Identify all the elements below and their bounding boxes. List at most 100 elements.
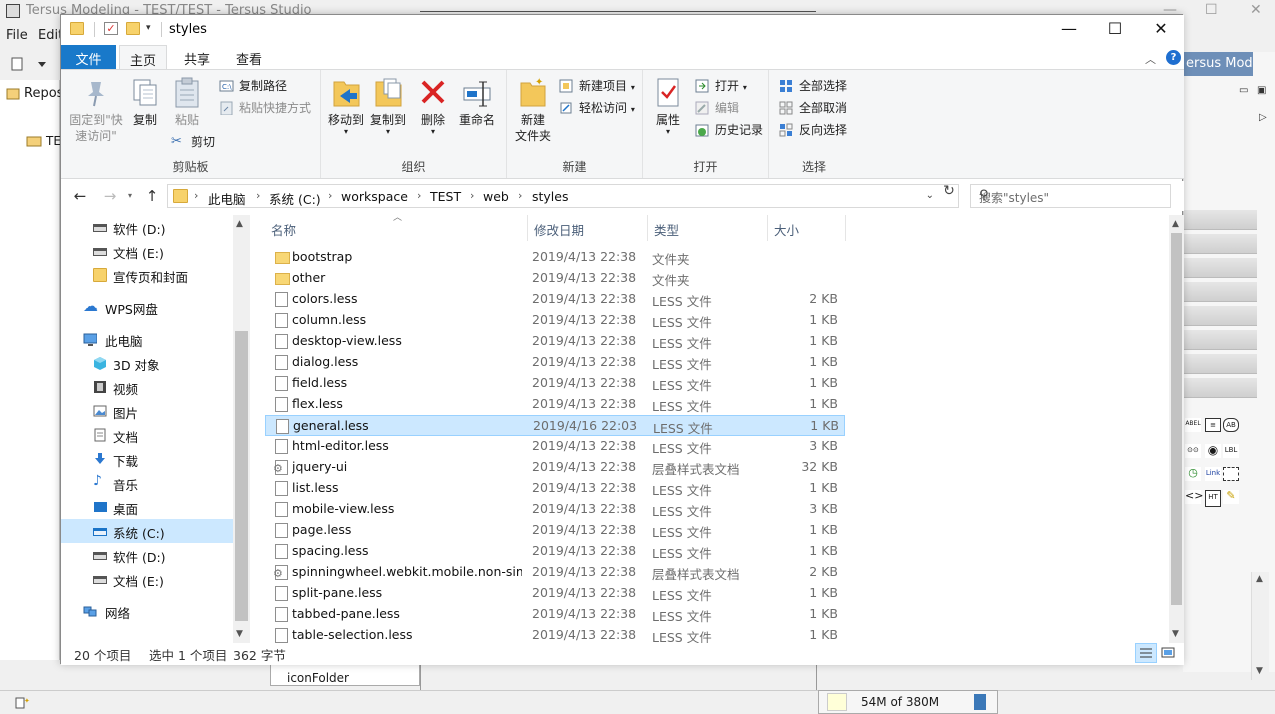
invert-selection-button[interactable]: 反向选择 [779, 120, 847, 140]
nav-item-drive-d[interactable]: 软件 (D:) [61, 215, 233, 239]
tab-share[interactable]: 共享 [173, 45, 221, 69]
pin-button[interactable]: 固定到"快 速访问" [65, 76, 127, 144]
nav-item-desktop[interactable]: 桌面 [61, 495, 233, 519]
lbl-icon[interactable]: LBL [1223, 444, 1239, 458]
scroll-thumb[interactable] [1171, 233, 1182, 605]
table-row[interactable]: colors.less 2019/4/13 22:38 LESS 文件 2 KB [265, 289, 845, 310]
tab-file[interactable]: 文件 [61, 45, 116, 69]
breadcrumb-system-c[interactable]: 系统 (C:) [269, 189, 321, 208]
table-row[interactable]: table-selection.less 2019/4/13 22:38 LESS … [265, 625, 845, 643]
nav-item-drive-d[interactable]: 软件 (D:) [61, 543, 233, 567]
scroll-up-icon[interactable]: ▲ [236, 219, 243, 229]
table-row[interactable]: jquery-ui 2019/4/13 22:38 层叠样式表文档 32 KB [265, 457, 845, 478]
details-view-button[interactable] [1135, 643, 1157, 663]
edit-icon[interactable]: ✎ [1223, 490, 1239, 504]
chevron-down-icon[interactable]: ⌄ [926, 190, 934, 201]
scroll-down-icon[interactable]: ▼ [1172, 629, 1179, 639]
nav-item-drive-e[interactable]: 文档 (E:) [61, 239, 233, 263]
breadcrumb-this-pc[interactable]: 此电脑 [208, 189, 246, 208]
move-to-button[interactable]: 移动到 ▾ [325, 76, 367, 136]
table-row[interactable]: general.less 2019/4/16 22:03 LESS 文件 1 KB [265, 415, 845, 436]
table-row[interactable]: spacing.less 2019/4/13 22:38 LESS 文件 1 KB [265, 541, 845, 562]
breadcrumb-web[interactable]: web [483, 189, 509, 204]
back-button[interactable]: ← [69, 186, 91, 206]
new-item-button[interactable]: 新建项目 ▾ [559, 76, 635, 96]
table-row[interactable]: list.less 2019/4/13 22:38 LESS 文件 1 KB [265, 478, 845, 499]
rename-button[interactable]: 重命名 [455, 76, 499, 128]
nav-item-documents[interactable]: 文档 [61, 423, 233, 447]
scroll-up-icon[interactable]: ▲ [1172, 219, 1179, 229]
bottom-panel-item[interactable]: iconFolder [287, 671, 349, 685]
column-header-type[interactable]: 类型 [648, 215, 768, 241]
table-row[interactable]: column.less 2019/4/13 22:38 LESS 文件 1 KB [265, 310, 845, 331]
scroll-down-icon[interactable]: ▼ [236, 629, 243, 639]
delete-button[interactable]: 删除 ▾ [415, 76, 451, 136]
close-icon[interactable]: ✕ [1250, 2, 1262, 18]
new-folder-icon[interactable] [126, 22, 140, 35]
nav-item-3d-objects[interactable]: 3D 对象 [61, 351, 233, 375]
nav-item-drive-e[interactable]: 文档 (E:) [61, 567, 233, 591]
maximize-icon[interactable]: ▣ [1257, 85, 1266, 96]
table-row[interactable]: bootstrap 2019/4/13 22:38 文件夹 [265, 247, 845, 268]
tab-view[interactable]: 查看 [224, 45, 274, 69]
nav-item-wps-cloud[interactable]: ☁ WPS网盘 [61, 295, 233, 319]
close-button[interactable]: ✕ [1138, 15, 1184, 45]
select-all-button[interactable]: 全部选择 [779, 76, 847, 96]
refresh-icon[interactable]: ↻ [939, 183, 959, 203]
code-icon[interactable]: <> [1185, 490, 1203, 504]
box-icon[interactable] [1223, 467, 1239, 481]
column-header-date[interactable]: 修改日期 [528, 215, 648, 241]
repository-row[interactable]: TE [46, 134, 61, 148]
properties-button[interactable]: 属性 ▾ [649, 76, 687, 136]
nav-item-system-c[interactable]: 系统 (C:) [61, 519, 233, 543]
table-row[interactable]: spinningwheel.webkit.mobile.non-sim... 20… [265, 562, 845, 583]
clock-icon[interactable]: ◷ [1185, 467, 1201, 481]
history-button[interactable]: 历史记录 [695, 120, 763, 140]
search-input[interactable]: 搜索"styles" ⚲ [970, 184, 1171, 208]
paste-button[interactable]: 粘贴 [169, 76, 205, 128]
recent-locations-icon[interactable]: ▾ [119, 186, 141, 206]
properties-icon[interactable]: ✓ [104, 22, 118, 35]
table-row[interactable]: mobile-view.less 2019/4/13 22:38 LESS 文件 3 … [265, 499, 845, 520]
tab-home[interactable]: 主页 [119, 45, 167, 69]
menu-file[interactable]: File [6, 28, 28, 43]
address-bar[interactable]: › 此电脑 › 系统 (C:) › workspace › TEST › web… [167, 184, 959, 208]
up-button[interactable]: ↑ [141, 186, 163, 206]
help-icon[interactable]: ? [1166, 50, 1181, 65]
table-row[interactable]: desktop-view.less 2019/4/13 22:38 LESS 文件 1… [265, 331, 845, 352]
maximize-icon[interactable]: ☐ [1205, 2, 1218, 18]
cut-button[interactable]: ✂ 剪切 [171, 132, 215, 152]
trash-icon[interactable] [974, 694, 986, 710]
scroll-thumb[interactable] [235, 331, 248, 621]
new-folder-button[interactable]: ✦ 新建 文件夹 [511, 76, 555, 144]
table-row[interactable]: flex.less 2019/4/13 22:38 LESS 文件 1 KB [265, 394, 845, 415]
minimize-button[interactable]: — [1046, 15, 1092, 45]
new-icon[interactable] [8, 55, 58, 73]
nav-scrollbar[interactable]: ▲ ▼ [233, 215, 250, 643]
outline-scrollbar[interactable]: ▲ ▼ [1251, 572, 1269, 680]
nav-item-folder[interactable]: 宣传页和封面 [61, 263, 233, 287]
breadcrumb-styles[interactable]: styles [532, 189, 569, 204]
forward-button[interactable]: → [99, 186, 121, 206]
html-icon[interactable]: HT [1205, 490, 1221, 507]
nav-item-this-pc[interactable]: 此电脑 [61, 327, 233, 351]
file-list-scrollbar[interactable]: ▲ ▼ [1169, 215, 1184, 643]
copy-button[interactable]: 复制 [127, 76, 163, 128]
customize-toolbar-icon[interactable]: ▾ [146, 23, 151, 33]
list-icon[interactable]: ≡ [1205, 418, 1221, 432]
nav-item-pictures[interactable]: 图片 [61, 399, 233, 423]
select-none-button[interactable]: 全部取消 [779, 98, 847, 118]
table-row[interactable]: split-pane.less 2019/4/13 22:38 LESS 文件 1 K… [265, 583, 845, 604]
easy-access-button[interactable]: 轻松访问 ▾ [559, 98, 635, 118]
maximize-button[interactable]: ☐ [1092, 15, 1138, 45]
breadcrumb-workspace[interactable]: workspace [341, 189, 408, 204]
table-row[interactable]: dialog.less 2019/4/13 22:38 LESS 文件 1 KB [265, 352, 845, 373]
edit-button[interactable]: 编辑 [695, 98, 739, 118]
table-row[interactable]: other 2019/4/13 22:38 文件夹 [265, 268, 845, 289]
link-icon[interactable]: Link [1205, 467, 1221, 481]
ab-icon[interactable]: AB [1223, 418, 1239, 432]
column-header-name[interactable]: ︿ 名称 [265, 215, 528, 241]
table-row[interactable]: field.less 2019/4/13 22:38 LESS 文件 1 KB [265, 373, 845, 394]
nav-item-network[interactable]: 网络 [61, 599, 233, 623]
target-icon[interactable]: ◉ [1205, 444, 1221, 458]
